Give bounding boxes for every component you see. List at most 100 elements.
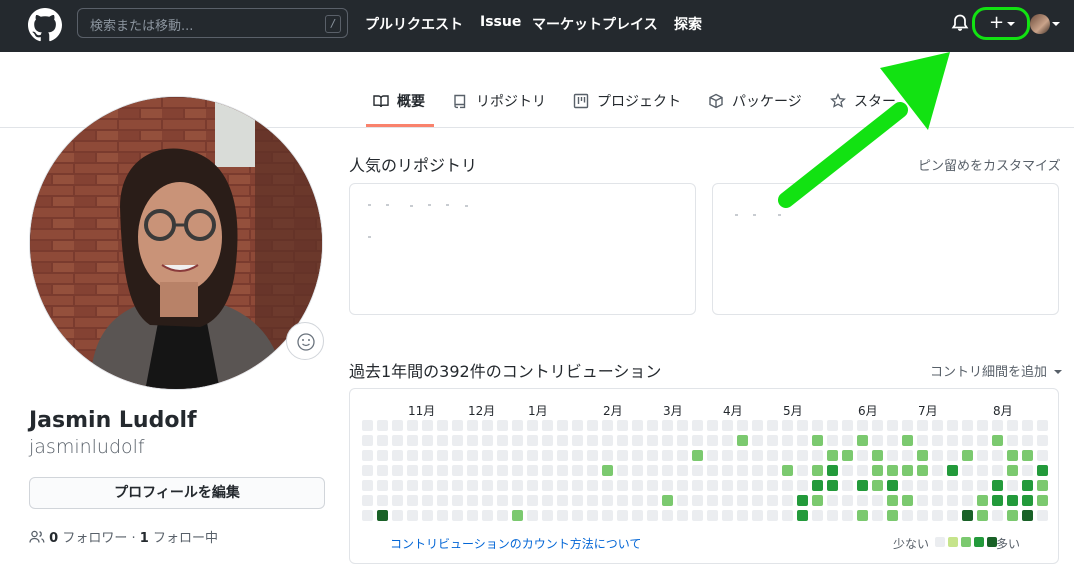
contribution-day[interactable] — [692, 465, 703, 476]
contribution-day[interactable] — [872, 435, 883, 446]
contribution-day[interactable] — [527, 435, 538, 446]
contribution-day[interactable] — [797, 435, 808, 446]
contribution-day[interactable] — [422, 450, 433, 461]
contribution-day[interactable] — [917, 510, 928, 521]
create-new-button[interactable]: + — [972, 7, 1030, 40]
contribution-day[interactable] — [557, 465, 568, 476]
contribution-day[interactable] — [527, 480, 538, 491]
contribution-day[interactable] — [407, 450, 418, 461]
contribution-day[interactable] — [437, 510, 448, 521]
contribution-day[interactable] — [602, 495, 613, 506]
contribution-day[interactable] — [902, 420, 913, 431]
contribution-day[interactable] — [677, 465, 688, 476]
contribution-day[interactable] — [752, 480, 763, 491]
contribution-day[interactable] — [467, 495, 478, 506]
contribution-day[interactable] — [1022, 435, 1033, 446]
contribution-day[interactable] — [932, 450, 943, 461]
contribution-day[interactable] — [407, 495, 418, 506]
contribution-day[interactable] — [857, 495, 868, 506]
contribution-day[interactable] — [587, 495, 598, 506]
contribution-day[interactable] — [1007, 435, 1018, 446]
contribution-day[interactable] — [722, 450, 733, 461]
contribution-day[interactable] — [752, 510, 763, 521]
contribution-day[interactable] — [962, 450, 973, 461]
contribution-day[interactable] — [482, 465, 493, 476]
contribution-day[interactable] — [542, 480, 553, 491]
contribution-day[interactable] — [407, 510, 418, 521]
contribution-day[interactable] — [452, 465, 463, 476]
contribution-day[interactable] — [617, 510, 628, 521]
contribution-day[interactable] — [377, 435, 388, 446]
contribution-day[interactable] — [467, 420, 478, 431]
contribution-day[interactable] — [1022, 420, 1033, 431]
contribution-day[interactable] — [707, 450, 718, 461]
contribution-day[interactable] — [767, 480, 778, 491]
contribution-day[interactable] — [992, 435, 1003, 446]
contribution-day[interactable] — [1037, 465, 1048, 476]
contribution-day[interactable] — [827, 465, 838, 476]
contribution-day[interactable] — [797, 480, 808, 491]
contribution-day[interactable] — [947, 480, 958, 491]
contribution-day[interactable] — [557, 435, 568, 446]
contribution-day[interactable] — [992, 465, 1003, 476]
contribution-day[interactable] — [917, 420, 928, 431]
contribution-day[interactable] — [692, 495, 703, 506]
contribution-day[interactable] — [557, 450, 568, 461]
contribution-day[interactable] — [842, 435, 853, 446]
contribution-day[interactable] — [782, 510, 793, 521]
contribution-day[interactable] — [602, 465, 613, 476]
contribution-day[interactable] — [1007, 480, 1018, 491]
contribution-day[interactable] — [917, 435, 928, 446]
contribution-day[interactable] — [947, 495, 958, 506]
contribution-day[interactable] — [647, 450, 658, 461]
contribution-day[interactable] — [752, 420, 763, 431]
contribution-day[interactable] — [362, 450, 373, 461]
contribution-day[interactable] — [707, 435, 718, 446]
contribution-day[interactable] — [392, 450, 403, 461]
contribution-day[interactable] — [782, 435, 793, 446]
contribution-day[interactable] — [857, 420, 868, 431]
contribution-day[interactable] — [977, 480, 988, 491]
contribution-day[interactable] — [362, 495, 373, 506]
contribution-day[interactable] — [887, 495, 898, 506]
contribution-day[interactable] — [362, 435, 373, 446]
contribution-day[interactable] — [542, 420, 553, 431]
contribution-day[interactable] — [707, 465, 718, 476]
contribution-day[interactable] — [602, 450, 613, 461]
contribution-day[interactable] — [512, 465, 523, 476]
contribution-day[interactable] — [737, 420, 748, 431]
contribution-day[interactable] — [827, 450, 838, 461]
contribution-day[interactable] — [572, 450, 583, 461]
contribution-day[interactable] — [377, 510, 388, 521]
contribution-day[interactable] — [722, 420, 733, 431]
contribution-day[interactable] — [992, 480, 1003, 491]
contribution-day[interactable] — [827, 480, 838, 491]
contribution-day[interactable] — [392, 435, 403, 446]
contribution-day[interactable] — [377, 495, 388, 506]
contribution-day[interactable] — [632, 480, 643, 491]
contribution-day[interactable] — [362, 510, 373, 521]
contribution-day[interactable] — [842, 465, 853, 476]
contribution-day[interactable] — [857, 435, 868, 446]
bell-icon[interactable] — [950, 13, 970, 33]
contribution-day[interactable] — [767, 495, 778, 506]
contribution-day[interactable] — [467, 480, 478, 491]
contribution-day[interactable] — [662, 510, 673, 521]
contribution-day[interactable] — [512, 435, 523, 446]
following-label[interactable]: フォロー中 — [153, 531, 218, 546]
contribution-day[interactable] — [467, 465, 478, 476]
contribution-settings-dropdown[interactable]: コントリ細間を追加 — [930, 361, 1063, 380]
contribution-day[interactable] — [632, 420, 643, 431]
contribution-day[interactable] — [1037, 510, 1048, 521]
contribution-day[interactable] — [452, 435, 463, 446]
contribution-day[interactable] — [377, 420, 388, 431]
contribution-day[interactable] — [1022, 495, 1033, 506]
contribution-day[interactable] — [392, 465, 403, 476]
contribution-day[interactable] — [977, 435, 988, 446]
contribution-day[interactable] — [482, 495, 493, 506]
contribution-day[interactable] — [362, 480, 373, 491]
contribution-day[interactable] — [467, 510, 478, 521]
contribution-day[interactable] — [662, 450, 673, 461]
contribution-day[interactable] — [767, 435, 778, 446]
contribution-day[interactable] — [752, 495, 763, 506]
